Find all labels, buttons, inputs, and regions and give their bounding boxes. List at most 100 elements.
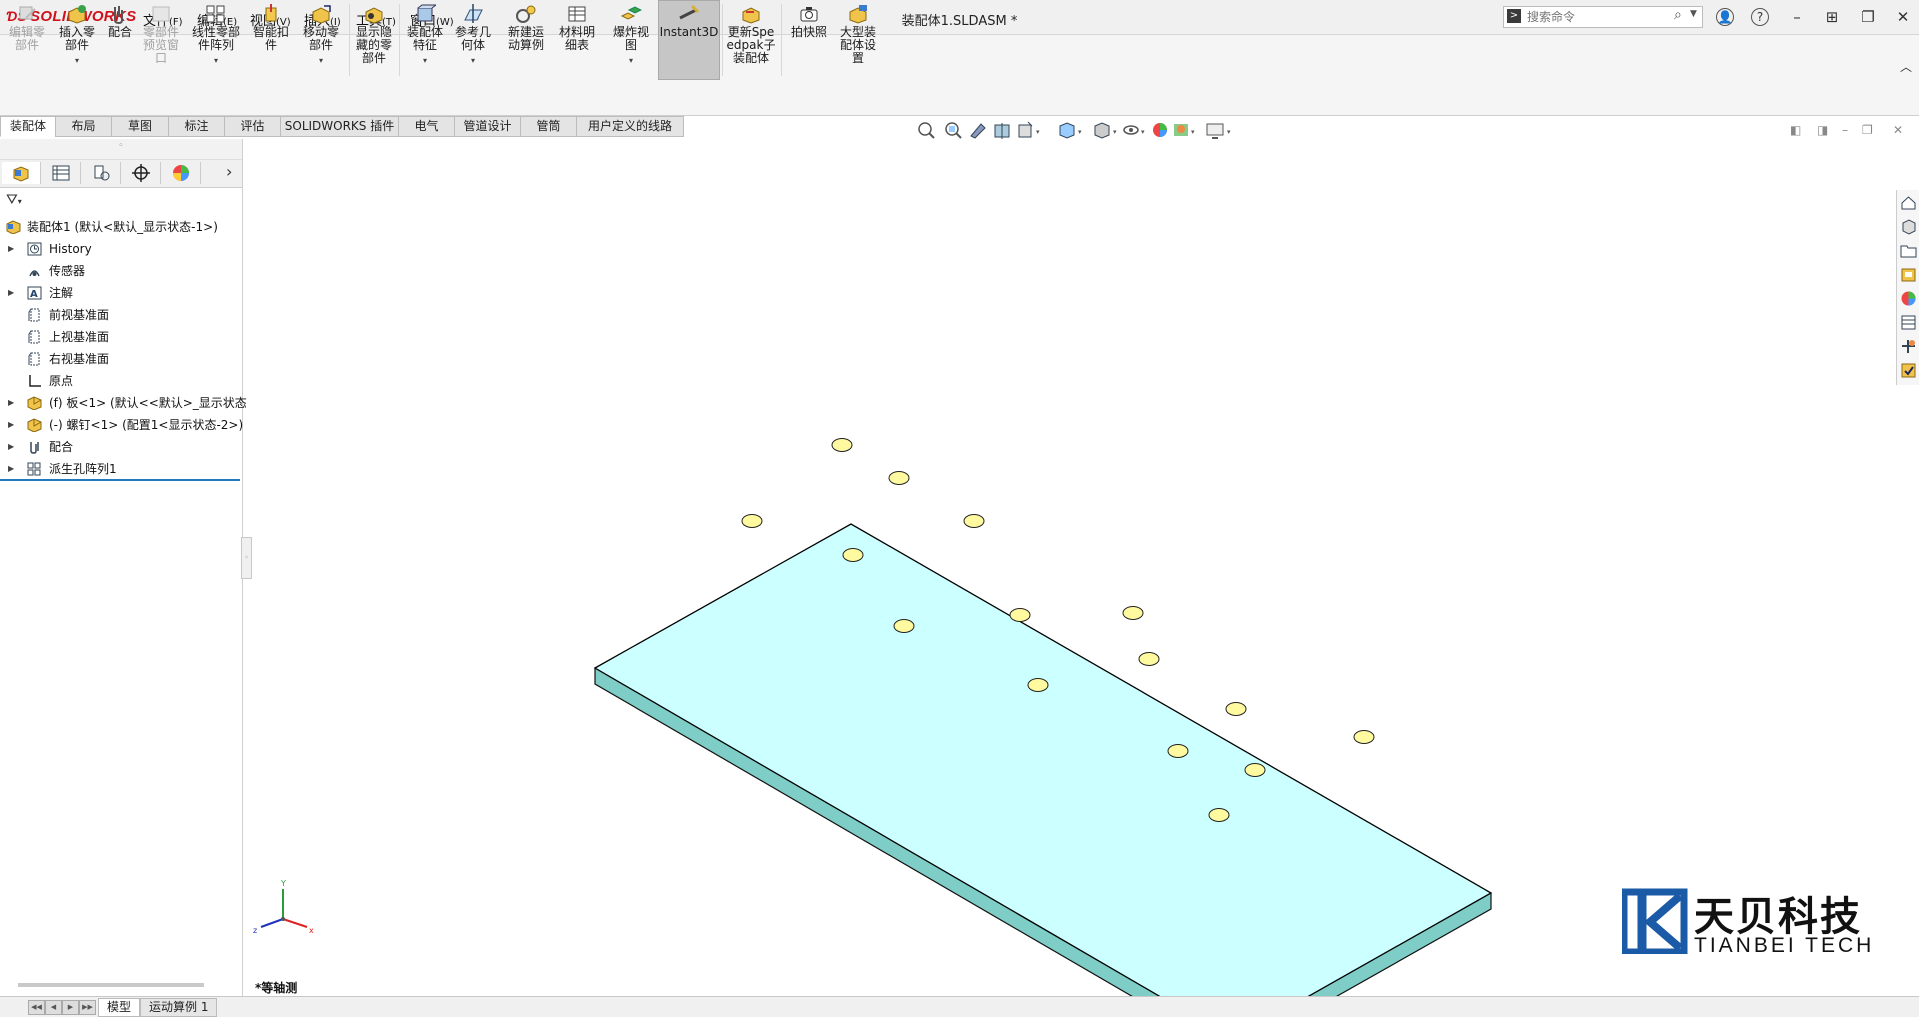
svg-text:▾: ▾ xyxy=(1113,128,1117,136)
section-view-icon xyxy=(994,123,1010,139)
task-pane-strip xyxy=(1896,190,1919,385)
minimize-icon[interactable]: – xyxy=(1786,6,1808,28)
file-explorer-icon[interactable] xyxy=(1900,242,1917,259)
tab-tubing[interactable]: 管筒 xyxy=(520,116,577,137)
expand-arrow-icon[interactable]: ▶ xyxy=(8,459,14,479)
tree-item-label: (-) 螺钉<1> (配置1<显示状态-2>) xyxy=(49,418,244,432)
mate-icon xyxy=(109,4,131,25)
part-icon xyxy=(27,418,42,432)
bill-of-materials-button[interactable]: 材料明细表 xyxy=(556,4,598,52)
reference-geometry-button[interactable]: 参考几何体 ▾ xyxy=(452,4,494,67)
displaymanager-tab[interactable] xyxy=(162,162,201,184)
edit-appearance-icon xyxy=(1153,123,1167,137)
viewport-minimize-icon[interactable]: – xyxy=(1842,123,1848,137)
viewport-close-icon[interactable]: ✕ xyxy=(1893,123,1903,137)
previous-view-icon xyxy=(970,123,986,139)
filter-icon[interactable]: ⛛▾ xyxy=(6,192,22,208)
tree-horizontal-scrollbar[interactable] xyxy=(18,983,204,987)
panel-grip[interactable]: ◦ xyxy=(0,139,242,160)
zoom-to-area-icon xyxy=(945,122,962,139)
screw-head xyxy=(1122,606,1144,620)
update-speedpak-button[interactable]: 更新Speedpak子装配体 xyxy=(724,4,778,65)
tianbei-logo-mark xyxy=(1620,888,1688,956)
smart-fasteners-button[interactable]: 智能扣件 xyxy=(250,4,292,52)
tab-electrical[interactable]: 电气 xyxy=(398,116,455,137)
tab-markup[interactable]: 标注 xyxy=(168,116,225,137)
last-tab-icon[interactable]: ▶▶ xyxy=(79,1000,96,1015)
chevron-down-icon[interactable]: ▼ xyxy=(1690,9,1697,19)
next-tab-icon[interactable]: ▶ xyxy=(62,1000,79,1015)
take-snapshot-button[interactable]: 拍快照 xyxy=(786,4,832,39)
tab-layout[interactable]: 布局 xyxy=(55,116,112,137)
large-assembly-settings-button[interactable]: 大型装配体设置 xyxy=(835,4,881,65)
screw-head xyxy=(893,619,915,633)
mate-button[interactable]: 配合 xyxy=(103,4,137,39)
expand-arrow-icon[interactable]: ▶ xyxy=(8,393,14,413)
tile-window-icon[interactable]: ⊞ xyxy=(1821,6,1843,28)
edit-component-button[interactable]: 编辑零部件 xyxy=(4,4,50,52)
user-account-icon[interactable]: 👤 xyxy=(1716,8,1734,26)
bom-icon xyxy=(566,4,588,24)
resources-icon[interactable] xyxy=(1900,218,1917,235)
viewport-next-icon[interactable]: ◨ xyxy=(1817,123,1828,137)
tab-model[interactable]: 模型 xyxy=(98,998,141,1017)
triad-x-label: x xyxy=(309,926,314,935)
linear-pattern-button[interactable]: 线性零部件阵列 ▾ xyxy=(186,4,246,67)
solidworks-forum-icon[interactable] xyxy=(1900,338,1917,355)
propertymanager-tab[interactable] xyxy=(42,162,81,184)
tree-rollback-bar[interactable] xyxy=(0,479,240,481)
search-icon[interactable]: ⌕ xyxy=(1674,7,1682,23)
insert-component-button[interactable]: 插入零部件 ▾ xyxy=(54,4,100,67)
appearances-icon[interactable] xyxy=(1900,290,1917,307)
chevron-right-icon[interactable]: › xyxy=(226,162,232,181)
search-input[interactable] xyxy=(1525,8,1669,26)
dimxpertmanager-tab[interactable] xyxy=(122,162,161,184)
move-component-button[interactable]: 移动零部件 ▾ xyxy=(298,4,344,67)
svg-text:▾: ▾ xyxy=(1141,128,1145,136)
viewport-prev-icon[interactable]: ◧ xyxy=(1790,123,1801,137)
screw-head xyxy=(831,438,853,452)
expand-arrow-icon[interactable]: ▶ xyxy=(8,283,14,303)
show-hidden-components-button[interactable]: 显示隐藏的零部件 xyxy=(353,4,395,65)
screw-head xyxy=(1208,808,1230,822)
configurationmanager-icon xyxy=(94,165,110,181)
tianbei-logo: 天贝科技 TIANBEI TECH xyxy=(1620,888,1871,957)
first-tab-icon[interactable]: ◀◀ xyxy=(28,1000,45,1015)
viewport-restore-icon[interactable]: ❐ xyxy=(1862,123,1873,137)
triad-y-label: Y xyxy=(280,879,286,888)
expand-arrow-icon[interactable]: ▶ xyxy=(8,239,14,259)
tab-sketch[interactable]: 草图 xyxy=(111,116,169,137)
screw-head xyxy=(963,514,985,528)
configurationmanager-tab[interactable] xyxy=(82,162,121,184)
home-icon[interactable] xyxy=(1900,194,1917,211)
search-commands[interactable]: > ⌕ ▼ xyxy=(1503,6,1703,28)
edit-component-icon xyxy=(16,4,38,24)
collapse-ribbon-icon[interactable]: ︿ xyxy=(1900,58,1912,75)
expand-arrow-icon[interactable]: ▶ xyxy=(8,437,14,457)
help-icon[interactable]: ? xyxy=(1751,8,1769,26)
design-library-icon[interactable] xyxy=(1900,266,1917,283)
design-checker-icon[interactable] xyxy=(1900,362,1917,379)
custom-properties-icon[interactable] xyxy=(1900,314,1917,331)
view-orientation-icon: ▾ xyxy=(1059,122,1082,139)
tab-assembly[interactable]: 装配体 xyxy=(0,116,56,137)
instant3d-button[interactable]: Instant3D xyxy=(659,4,719,39)
close-icon[interactable]: ✕ xyxy=(1892,6,1914,28)
featuremanager-tab[interactable] xyxy=(2,162,41,184)
exploded-view-button[interactable]: 爆炸视图 ▾ xyxy=(609,4,653,67)
zoom-to-fit-icon xyxy=(918,122,935,139)
tab-solidworks-addins[interactable]: SOLIDWORKS 插件 xyxy=(280,116,399,137)
speedpak-icon xyxy=(740,4,762,24)
assembly-features-button[interactable]: 装配体特征 ▾ xyxy=(404,4,446,67)
history-icon xyxy=(27,242,42,256)
component-preview-button[interactable]: 零部件预览窗口 xyxy=(140,4,182,65)
graphics-area[interactable]: Y x z xyxy=(243,139,1893,997)
tab-motion-study-1[interactable]: 运动算例 1 xyxy=(140,998,218,1017)
tab-evaluate[interactable]: 评估 xyxy=(224,116,281,137)
prev-tab-icon[interactable]: ◀ xyxy=(45,1000,62,1015)
restore-icon[interactable]: ❐ xyxy=(1857,6,1879,28)
expand-arrow-icon[interactable]: ▶ xyxy=(8,415,14,435)
tab-user-defined-routing[interactable]: 用户定义的线路 xyxy=(576,116,684,137)
new-motion-study-button[interactable]: 新建运动算例 xyxy=(505,4,547,52)
tab-piping[interactable]: 管道设计 xyxy=(454,116,521,137)
